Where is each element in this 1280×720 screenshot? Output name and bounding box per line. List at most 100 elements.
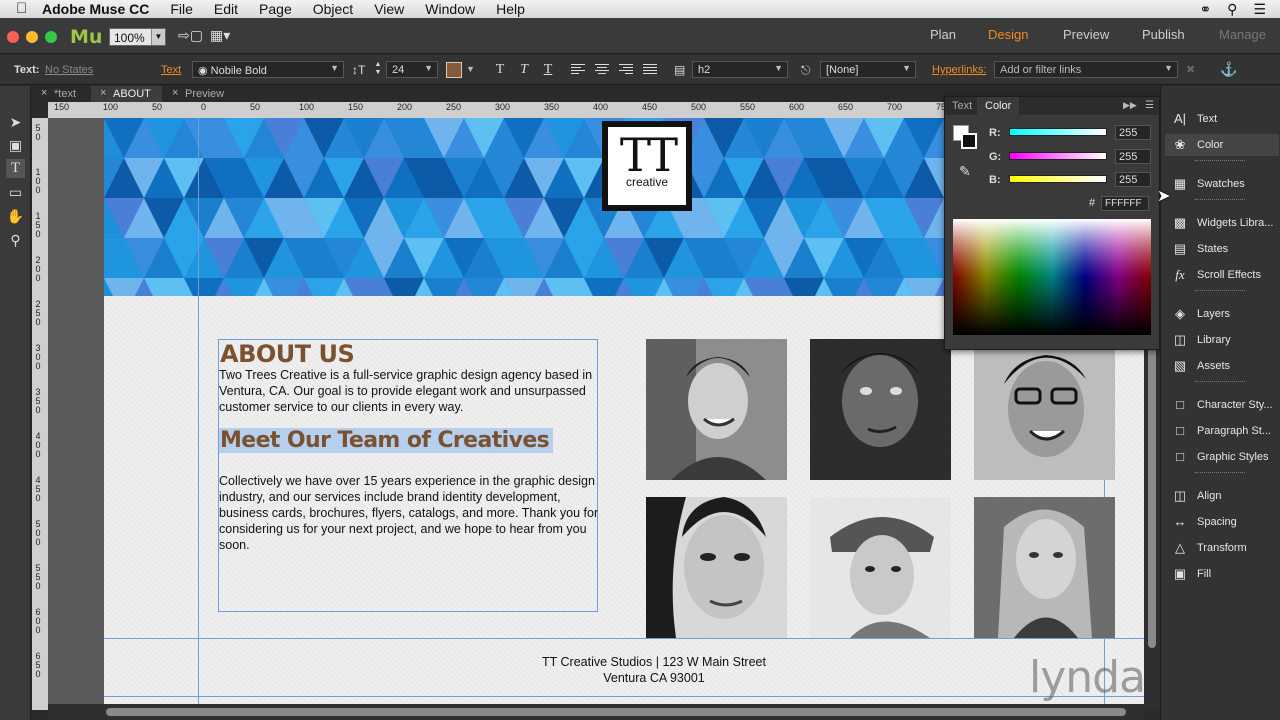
- dock-color[interactable]: ❀ Color: [1165, 134, 1279, 156]
- align-justify-icon[interactable]: [643, 64, 657, 75]
- mode-plan[interactable]: Plan: [930, 27, 956, 42]
- paragraph-style-select[interactable]: h2 ▼: [692, 61, 788, 78]
- menu-file[interactable]: File: [170, 1, 193, 17]
- dock-paragraph-styles[interactable]: □ Paragraph St...: [1165, 420, 1279, 442]
- dock-assets[interactable]: ▧ Assets: [1165, 355, 1279, 377]
- place-file-icon[interactable]: ⇨▢: [178, 27, 203, 44]
- dock-spacing[interactable]: ↔ Spacing: [1165, 511, 1279, 533]
- team-photo-1[interactable]: [646, 339, 787, 480]
- dock-layers[interactable]: ◈ Layers: [1165, 303, 1279, 325]
- text-bold-icon[interactable]: T: [491, 62, 509, 78]
- red-value[interactable]: 255: [1115, 125, 1151, 140]
- close-icon[interactable]: ×: [41, 87, 47, 99]
- red-track[interactable]: [1009, 128, 1107, 136]
- about-paragraph[interactable]: Two Trees Creative is a full-service gra…: [219, 367, 597, 415]
- blue-value[interactable]: 255: [1115, 172, 1151, 187]
- dock-fill[interactable]: ▣ Fill: [1165, 563, 1279, 585]
- close-icon[interactable]: ×: [100, 87, 106, 99]
- tab-text-panel[interactable]: Text: [952, 100, 972, 112]
- menu-edit[interactable]: Edit: [214, 1, 238, 17]
- zoom-select[interactable]: 100% ▼: [109, 28, 166, 46]
- dock-character-styles[interactable]: □ Character Sty...: [1165, 394, 1279, 416]
- team-paragraph[interactable]: Collectively we have over 15 years exper…: [219, 473, 599, 553]
- align-center-icon[interactable]: [595, 64, 609, 75]
- tab-about[interactable]: × ABOUT: [91, 86, 162, 102]
- clear-link-icon[interactable]: ✖: [1186, 63, 1195, 76]
- dock-widgets-library[interactable]: ▩ Widgets Libra...: [1165, 212, 1279, 234]
- hyperlinks-input[interactable]: Add or filter links ▼: [994, 61, 1178, 78]
- green-slider[interactable]: G: 255: [989, 149, 1157, 165]
- stroke-color-swatch[interactable]: [961, 133, 977, 149]
- mode-preview[interactable]: Preview: [1063, 27, 1109, 42]
- team-photo-4[interactable]: [646, 497, 787, 638]
- dock-library[interactable]: ◫ Library: [1165, 329, 1279, 351]
- mode-publish[interactable]: Publish: [1142, 27, 1185, 42]
- states-link[interactable]: No States: [45, 64, 93, 76]
- team-heading-selected[interactable]: Meet Our Team of Creatives: [219, 428, 554, 453]
- menu-page[interactable]: Page: [259, 1, 292, 17]
- creative-cloud-icon[interactable]: ⚭: [1199, 1, 1211, 18]
- team-photo-6[interactable]: [974, 497, 1115, 638]
- hex-input[interactable]: FFFFFF: [1101, 196, 1149, 211]
- selection-tool-icon[interactable]: ➤: [6, 113, 25, 132]
- zoom-tool-icon[interactable]: ⚲: [6, 231, 25, 250]
- dock-scroll-effects[interactable]: fx Scroll Effects: [1165, 264, 1279, 286]
- dock-transform[interactable]: △ Transform: [1165, 537, 1279, 559]
- panel-menu-icon[interactable]: ☰: [1145, 100, 1154, 111]
- mode-design[interactable]: Design: [988, 27, 1028, 42]
- align-right-icon[interactable]: [619, 64, 633, 75]
- collapse-panel-icon[interactable]: ▶▶: [1123, 100, 1137, 111]
- scroll-thumb[interactable]: [106, 708, 1126, 716]
- color-spectrum-picker[interactable]: [953, 219, 1151, 335]
- hand-tool-icon[interactable]: ✋: [6, 207, 25, 226]
- about-heading[interactable]: ABOUT US: [220, 340, 355, 368]
- text-underline-icon[interactable]: T: [539, 62, 557, 78]
- mode-manage[interactable]: Manage: [1219, 27, 1266, 42]
- dock-swatches[interactable]: ▦ Swatches: [1165, 173, 1279, 195]
- layout-guide[interactable]: [198, 118, 199, 710]
- team-photo-5[interactable]: [810, 497, 951, 638]
- text-panel-link[interactable]: Text: [161, 64, 181, 76]
- menu-view[interactable]: View: [374, 1, 404, 17]
- text-tool-icon[interactable]: T: [6, 159, 25, 178]
- layout-options-icon[interactable]: ▦▾: [210, 27, 230, 44]
- dock-graphic-styles[interactable]: □ Graphic Styles: [1165, 446, 1279, 468]
- green-track[interactable]: [1009, 152, 1107, 160]
- tab-preview[interactable]: × Preview: [163, 86, 233, 102]
- tab-color-panel[interactable]: Color: [977, 97, 1020, 115]
- align-left-icon[interactable]: [571, 64, 585, 75]
- anchor-icon[interactable]: ⚓: [1220, 61, 1237, 78]
- tab-text[interactable]: × *text: [32, 86, 90, 102]
- tt-creative-logo[interactable]: TT creative: [602, 121, 692, 211]
- eyedropper-icon[interactable]: ✎: [959, 163, 971, 180]
- window-close-button[interactable]: [7, 31, 19, 43]
- menu-object[interactable]: Object: [313, 1, 353, 17]
- team-photo-2[interactable]: [810, 339, 951, 480]
- vertical-ruler[interactable]: 50 100 150 200 250 300 350 400 450 500 550 600 650: [32, 118, 48, 710]
- link-select[interactable]: [None] ▼: [820, 61, 916, 78]
- size-stepper[interactable]: ▲ ▼: [372, 61, 384, 78]
- text-italic-icon[interactable]: T: [515, 62, 533, 78]
- menu-help[interactable]: Help: [496, 1, 525, 17]
- spotlight-search-icon[interactable]: ⚲: [1227, 1, 1237, 18]
- close-icon[interactable]: ×: [172, 87, 178, 99]
- menu-window[interactable]: Window: [425, 1, 475, 17]
- about-text-frame[interactable]: ABOUT US Two Trees Creative is a full-se…: [218, 339, 598, 612]
- page-bottom-guide[interactable]: [104, 696, 1144, 697]
- red-slider[interactable]: R: 255: [989, 125, 1157, 141]
- rectangle-tool-icon[interactable]: ▭: [6, 183, 25, 202]
- font-select[interactable]: ◉ Nobile Bold ▼: [192, 61, 344, 78]
- notification-list-icon[interactable]: ☰: [1253, 1, 1266, 18]
- footer-guide[interactable]: [104, 638, 1144, 639]
- horizontal-scrollbar[interactable]: [48, 704, 1144, 720]
- window-minimize-button[interactable]: [26, 31, 38, 43]
- dock-text[interactable]: A| Text: [1165, 108, 1279, 130]
- green-value[interactable]: 255: [1115, 149, 1151, 164]
- footer-address[interactable]: TT Creative Studios | 123 W Main Street …: [434, 654, 874, 686]
- font-size-field[interactable]: 24 ▼: [386, 61, 438, 78]
- crop-tool-icon[interactable]: ▣: [6, 136, 25, 155]
- dock-states[interactable]: ▤ States: [1165, 238, 1279, 260]
- blue-slider[interactable]: B: 255: [989, 172, 1157, 188]
- window-zoom-button[interactable]: [45, 31, 57, 43]
- chevron-down-icon[interactable]: ▼: [466, 64, 475, 74]
